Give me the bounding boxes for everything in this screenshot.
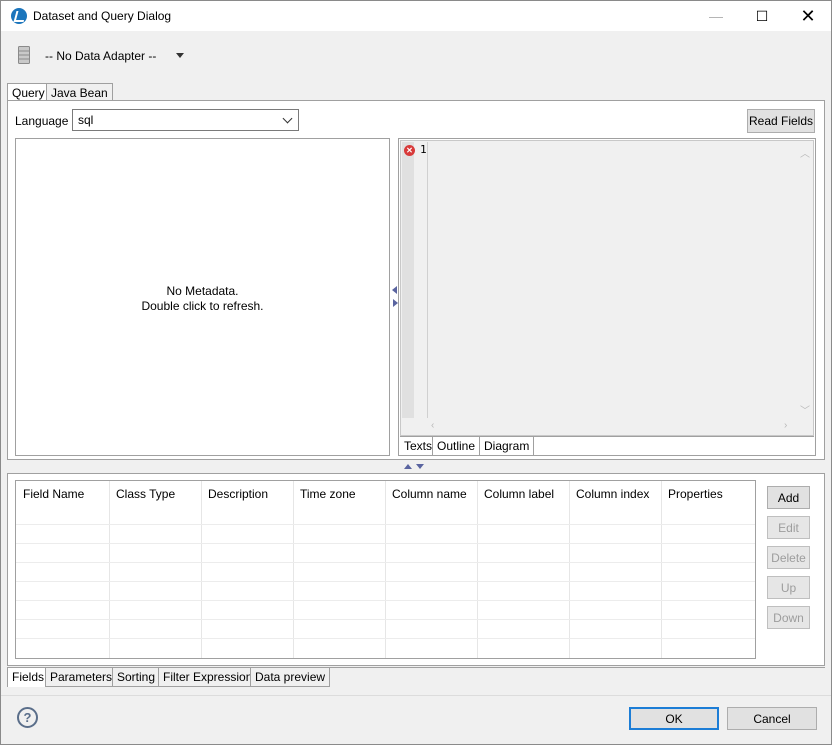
read-fields-button[interactable]: Read Fields xyxy=(747,109,815,133)
column-divider xyxy=(109,481,110,658)
metadata-message-line1: No Metadata. xyxy=(166,284,239,298)
maximize-button[interactable]: ☐ xyxy=(739,1,785,31)
footer-divider xyxy=(1,695,831,696)
move-down-button[interactable]: Down xyxy=(767,606,810,629)
editor-tab-bar: Texts Outline Diagram xyxy=(400,436,814,455)
editor-gutter xyxy=(402,142,414,418)
empty-table-row xyxy=(16,581,755,582)
tab-java-bean[interactable]: Java Bean xyxy=(46,83,113,101)
metadata-message-line2: Double click to refresh. xyxy=(141,299,264,313)
scroll-up-icon[interactable]: ︿ xyxy=(800,145,810,160)
scroll-left-icon[interactable]: ‹ xyxy=(431,420,434,431)
tab-data-preview[interactable]: Data preview xyxy=(250,668,331,687)
add-field-button[interactable]: Add xyxy=(767,486,810,509)
tab-fields[interactable]: Fields xyxy=(7,668,50,687)
column-divider xyxy=(293,481,294,658)
vertical-scrollbar[interactable]: ︿ ﹀ xyxy=(797,142,813,418)
line-number: 1 xyxy=(420,143,427,156)
fields-tab-bar: Fields Parameters Sorting Filter Express… xyxy=(7,667,825,687)
tab-query[interactable]: Query xyxy=(7,83,50,101)
close-button[interactable]: ✕ xyxy=(785,1,831,31)
column-header-column-label[interactable]: Column label xyxy=(477,481,569,505)
column-header-column-name[interactable]: Column name xyxy=(385,481,477,505)
tab-sorting[interactable]: Sorting xyxy=(112,668,161,687)
expand-down-icon[interactable] xyxy=(416,464,424,469)
metadata-tree[interactable]: No Metadata. Double click to refresh. xyxy=(15,138,390,456)
query-editor-pane: ✕ 1 ︿ ﹀ ‹ › Texts Outline Diagram xyxy=(398,138,816,456)
empty-table-row xyxy=(16,638,755,639)
column-header-field-name[interactable]: Field Name xyxy=(16,481,109,505)
edit-field-button[interactable]: Edit xyxy=(767,516,810,539)
move-up-button[interactable]: Up xyxy=(767,576,810,599)
language-label: Language xyxy=(15,114,69,128)
query-text-editor[interactable]: ✕ 1 ︿ ﹀ ‹ › xyxy=(400,140,814,436)
scroll-down-icon[interactable]: ﹀ xyxy=(800,402,810,417)
column-divider xyxy=(661,481,662,658)
empty-table-row xyxy=(16,543,755,544)
error-icon: ✕ xyxy=(404,145,415,156)
database-icon[interactable] xyxy=(18,46,30,64)
empty-table-row xyxy=(16,562,755,563)
column-header-properties[interactable]: Properties xyxy=(661,481,755,505)
ok-button[interactable]: OK xyxy=(629,707,719,730)
column-header-description[interactable]: Description xyxy=(201,481,293,505)
scroll-right-icon[interactable]: › xyxy=(784,420,787,431)
language-select[interactable]: sql xyxy=(72,109,299,131)
collapse-left-icon[interactable] xyxy=(392,286,397,294)
cancel-button[interactable]: Cancel xyxy=(727,707,817,730)
empty-table-row xyxy=(16,524,755,525)
column-divider xyxy=(201,481,202,658)
minimize-button[interactable]: — xyxy=(693,1,739,31)
panel-splitter[interactable] xyxy=(404,463,428,471)
language-value: sql xyxy=(78,113,94,127)
tab-filter-expression[interactable]: Filter Expression xyxy=(158,668,258,687)
empty-table-row xyxy=(16,619,755,620)
window-title: Dataset and Query Dialog xyxy=(33,9,172,23)
collapse-up-icon[interactable] xyxy=(404,464,412,469)
horizontal-scrollbar[interactable]: ‹ › xyxy=(428,419,798,435)
app-logo-icon xyxy=(11,8,27,24)
empty-table-row xyxy=(16,600,755,601)
chevron-down-icon xyxy=(282,113,293,124)
delete-field-button[interactable]: Delete xyxy=(767,546,810,569)
tab-parameters[interactable]: Parameters xyxy=(45,668,118,687)
data-adapter-dropdown[interactable]: -- No Data Adapter -- xyxy=(45,49,156,63)
column-divider xyxy=(477,481,478,658)
help-icon[interactable]: ? xyxy=(17,707,38,728)
query-tab-bar: Query Java Bean xyxy=(7,83,825,101)
tab-outline[interactable]: Outline xyxy=(432,437,481,455)
column-divider xyxy=(569,481,570,658)
tab-diagram[interactable]: Diagram xyxy=(479,437,535,455)
column-header-class-type[interactable]: Class Type xyxy=(109,481,201,505)
dropdown-arrow-icon[interactable] xyxy=(176,53,184,58)
column-header-time-zone[interactable]: Time zone xyxy=(293,481,385,505)
column-divider xyxy=(385,481,386,658)
metadata-message: No Metadata. Double click to refresh. xyxy=(16,284,389,314)
column-header-column-index[interactable]: Column index xyxy=(569,481,661,505)
fields-table[interactable]: Field Name Class Type Description Time z… xyxy=(15,480,756,659)
gutter-divider xyxy=(427,142,428,418)
